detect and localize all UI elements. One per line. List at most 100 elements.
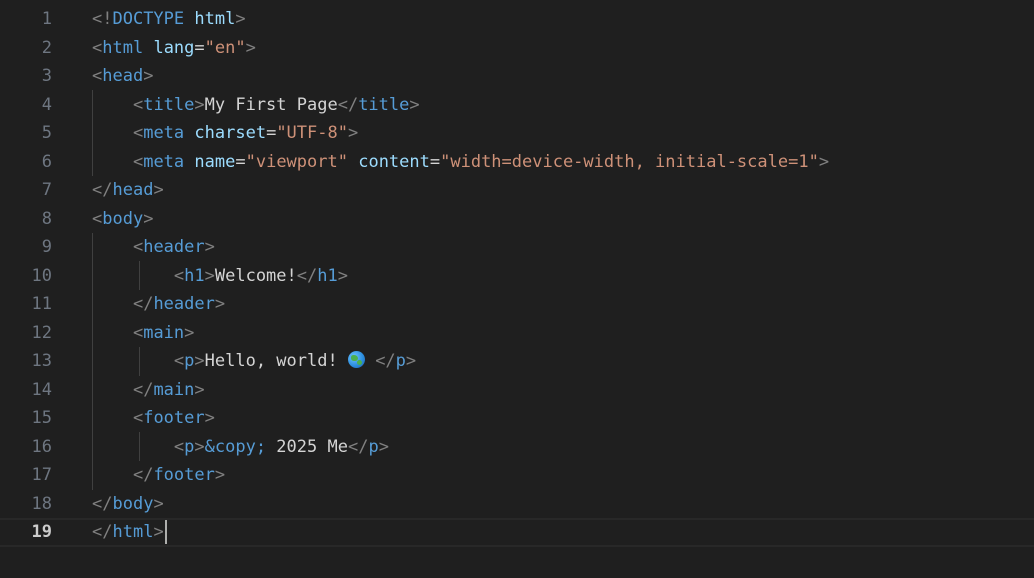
token-br: > bbox=[204, 408, 215, 428]
code-text: <head> bbox=[92, 62, 153, 91]
token-attr: name bbox=[194, 151, 236, 172]
token-tag: header bbox=[153, 294, 215, 314]
token-br: < bbox=[173, 436, 185, 457]
token-attr: lang bbox=[153, 37, 195, 58]
token-br: < bbox=[132, 322, 144, 343]
code-editor[interactable]: 1 <!DOCTYPE html> 2 <html lang="en"> 3 <head>… bbox=[0, 0, 1034, 578]
line-number: 17 bbox=[31, 465, 52, 485]
token-txt: 2025 Me bbox=[266, 436, 348, 457]
token-ent: &copy; bbox=[204, 436, 267, 457]
code-line[interactable]: 8 <body> bbox=[0, 205, 1034, 234]
token-tag: meta bbox=[143, 123, 185, 143]
code-line[interactable]: 17 </footer> bbox=[0, 461, 1034, 490]
token-str: "UTF-8" bbox=[276, 123, 348, 143]
text-cursor bbox=[164, 520, 167, 544]
code-text: <p>Hello, world! </p> bbox=[92, 347, 416, 376]
token-br: < bbox=[132, 408, 144, 428]
token-tag: main bbox=[143, 322, 185, 343]
token-attr: content bbox=[358, 151, 430, 172]
code-line[interactable]: 9 <header> bbox=[0, 233, 1034, 262]
code-line[interactable]: 4 <title>My First Page</title> bbox=[0, 91, 1034, 120]
code-line[interactable]: 3 <head> bbox=[0, 62, 1034, 91]
token-br: </ bbox=[337, 94, 359, 115]
token-br: > bbox=[818, 151, 830, 172]
code-text: <!DOCTYPE html> bbox=[92, 5, 246, 34]
token-br: > bbox=[214, 294, 226, 314]
code-text: <h1>Welcome!</h1> bbox=[92, 262, 348, 291]
code-text: <main> bbox=[92, 319, 194, 348]
line-number: 8 bbox=[41, 208, 52, 229]
code-line[interactable]: 14 </main> bbox=[0, 376, 1034, 405]
line-number: 11 bbox=[31, 294, 52, 314]
token-tag: body bbox=[112, 493, 154, 514]
token-br: </ bbox=[92, 180, 113, 200]
line-number: 9 bbox=[41, 237, 52, 257]
token-br: > bbox=[405, 351, 417, 371]
code-line[interactable]: 12 <main> bbox=[0, 319, 1034, 348]
token-tag: p bbox=[395, 351, 406, 371]
line-number: 7 bbox=[41, 180, 52, 200]
code-line[interactable]: 2 <html lang="en"> bbox=[0, 34, 1034, 63]
token-br: </ bbox=[132, 294, 154, 314]
line-number: 13 bbox=[31, 351, 52, 371]
line-number: 2 bbox=[41, 37, 52, 58]
code-text: <meta name="viewport" content="width=dev… bbox=[92, 148, 829, 177]
token-br: > bbox=[143, 208, 154, 229]
token-txt: = bbox=[194, 37, 205, 58]
token-br: < bbox=[92, 66, 103, 86]
token-tag: p bbox=[184, 436, 195, 457]
line-number: 16 bbox=[31, 436, 52, 457]
line-number: 1 bbox=[41, 9, 52, 29]
token-br: > bbox=[337, 265, 348, 286]
token-tag: html bbox=[112, 522, 154, 542]
code-line[interactable]: 18 </body> bbox=[0, 490, 1034, 519]
code-text: </footer> bbox=[92, 461, 225, 490]
token-br: > bbox=[194, 351, 205, 371]
code-line[interactable]: 16 <p>&copy; 2025 Me</p> bbox=[0, 433, 1034, 462]
code-line[interactable]: 13 <p>Hello, world! </p> bbox=[0, 347, 1034, 376]
code-line[interactable]: 10 <h1>Welcome!</h1> bbox=[0, 262, 1034, 291]
line-number: 3 bbox=[41, 66, 52, 86]
line-number: 10 bbox=[31, 265, 52, 286]
code-text: <meta charset="UTF-8"> bbox=[92, 119, 358, 148]
token-br: > bbox=[153, 493, 164, 514]
code-line[interactable]: 5 <meta charset="UTF-8"> bbox=[0, 119, 1034, 148]
token-tag: header bbox=[143, 237, 205, 257]
token-tag: head bbox=[112, 180, 154, 200]
code-text: </body> bbox=[92, 490, 164, 519]
code-text: </html> bbox=[92, 520, 167, 545]
code-line[interactable]: 1 <!DOCTYPE html> bbox=[0, 5, 1034, 34]
line-number: 15 bbox=[31, 408, 52, 428]
token-br: < bbox=[132, 151, 144, 172]
token-br: > bbox=[194, 436, 205, 457]
token-tag: DOCTYPE bbox=[112, 9, 185, 29]
code-text: <header> bbox=[92, 233, 215, 262]
code-line[interactable]: 19 </html> bbox=[0, 518, 1034, 547]
token-br: </ bbox=[92, 493, 113, 514]
token-br: > bbox=[184, 322, 195, 343]
token-tag: h1 bbox=[317, 265, 338, 286]
code-line[interactable]: 11 </header> bbox=[0, 290, 1034, 319]
token-br: <! bbox=[92, 9, 113, 29]
token-tag: meta bbox=[143, 151, 185, 172]
token-txt: = bbox=[429, 151, 441, 172]
token-br: < bbox=[173, 351, 185, 371]
token-br: </ bbox=[296, 265, 318, 286]
token-br: > bbox=[194, 94, 205, 115]
token-attr: html bbox=[194, 9, 236, 29]
token-br: < bbox=[132, 237, 144, 257]
token-tag: footer bbox=[143, 408, 205, 428]
code-line[interactable]: 6 <meta name="viewport" content="width=d… bbox=[0, 148, 1034, 177]
token-txt: Hello, world! bbox=[204, 351, 348, 371]
code-text: </header> bbox=[92, 290, 225, 319]
code-line[interactable]: 15 <footer> bbox=[0, 404, 1034, 433]
code-line[interactable]: 7 </head> bbox=[0, 176, 1034, 205]
